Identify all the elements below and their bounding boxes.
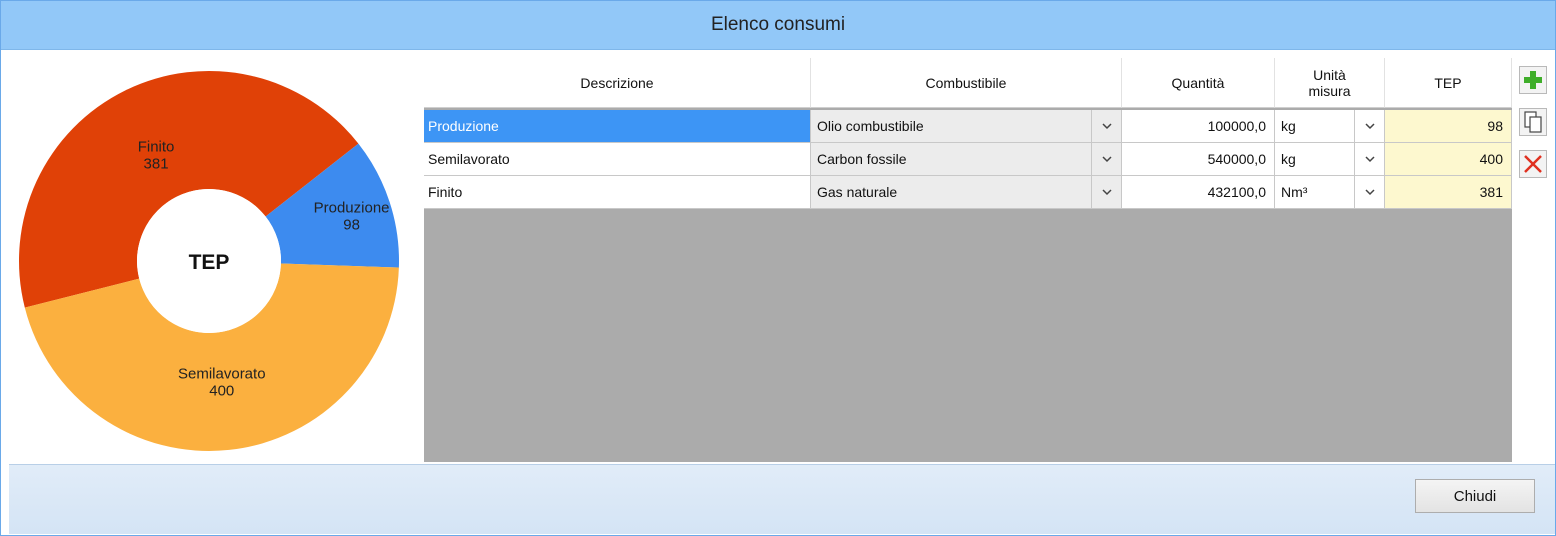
header-tep[interactable]: TEP (1385, 58, 1512, 108)
combustibile-dropdown[interactable]: Gas naturale (811, 176, 1122, 209)
combustibile-value: Olio combustibile (817, 118, 924, 134)
chevron-down-icon[interactable] (1354, 143, 1384, 175)
delete-row-button[interactable] (1519, 150, 1547, 178)
chevron-down-icon[interactable] (1091, 110, 1121, 142)
donut-center-label: TEP (189, 251, 230, 274)
header-descrizione[interactable]: Descrizione (424, 58, 811, 108)
unita-dropdown[interactable]: kg (1275, 110, 1385, 143)
cell-descrizione[interactable]: Semilavorato (424, 143, 811, 176)
cell-descrizione[interactable]: Finito (424, 176, 811, 209)
header-unita-misura[interactable]: Unità misura (1275, 58, 1385, 108)
slice-value: 98 (343, 216, 360, 233)
copy-row-button[interactable] (1519, 108, 1547, 136)
cell-quantita[interactable]: 540000,0 (1122, 143, 1275, 176)
combustibile-value: Gas naturale (817, 184, 898, 200)
chevron-down-icon[interactable] (1354, 176, 1384, 208)
chevron-down-icon[interactable] (1091, 143, 1121, 175)
title-bar: Elenco consumi (1, 1, 1555, 50)
copy-icon (1524, 111, 1542, 133)
chevron-down-icon[interactable] (1091, 176, 1121, 208)
cell-tep: 98 (1385, 110, 1512, 143)
unita-dropdown[interactable]: kg (1275, 143, 1385, 176)
tep-donut-chart: Finito 381 Produzione 98 Semilavorato 400 TEP (9, 58, 423, 462)
slice-value: 381 (144, 155, 169, 172)
window-title: Elenco consumi (710, 14, 846, 35)
consumption-window: Elenco consumi Finito 381 Produzione 98 Semi… (0, 0, 1556, 536)
cell-descrizione[interactable]: Produzione (424, 110, 811, 143)
row-toolbar (1513, 58, 1555, 462)
cell-tep: 400 (1385, 143, 1512, 176)
cell-quantita[interactable]: 432100,0 (1122, 176, 1275, 209)
donut-svg: Finito381 Produzione98 Semilavorato400 TEP (19, 71, 399, 451)
chevron-down-icon[interactable] (1354, 110, 1384, 142)
plus-icon (1524, 71, 1542, 89)
cell-quantita[interactable]: 100000,0 (1122, 110, 1275, 143)
slice-label: Semilavorato (178, 365, 266, 382)
delete-x-icon (1524, 155, 1542, 173)
combustibile-value: Carbon fossile (817, 151, 907, 167)
header-combustibile[interactable]: Combustibile (811, 58, 1122, 108)
close-button[interactable]: Chiudi (1415, 479, 1535, 513)
unita-value: Nm³ (1281, 184, 1308, 200)
slice-value: 400 (209, 382, 234, 399)
header-quantita[interactable]: Quantità (1122, 58, 1275, 108)
cell-tep: 381 (1385, 176, 1512, 209)
combustibile-dropdown[interactable]: Olio combustibile (811, 110, 1122, 143)
footer-bar: Chiudi (9, 464, 1555, 534)
combustibile-dropdown[interactable]: Carbon fossile (811, 143, 1122, 176)
consumption-grid: Descrizione Combustibile Quantità Unità … (424, 58, 1512, 462)
unita-value: kg (1281, 118, 1296, 134)
unita-dropdown[interactable]: Nm³ (1275, 176, 1385, 209)
slice-label: Finito (138, 138, 175, 155)
unita-value: kg (1281, 151, 1296, 167)
slice-label: Produzione (314, 199, 390, 216)
add-row-button[interactable] (1519, 66, 1547, 94)
